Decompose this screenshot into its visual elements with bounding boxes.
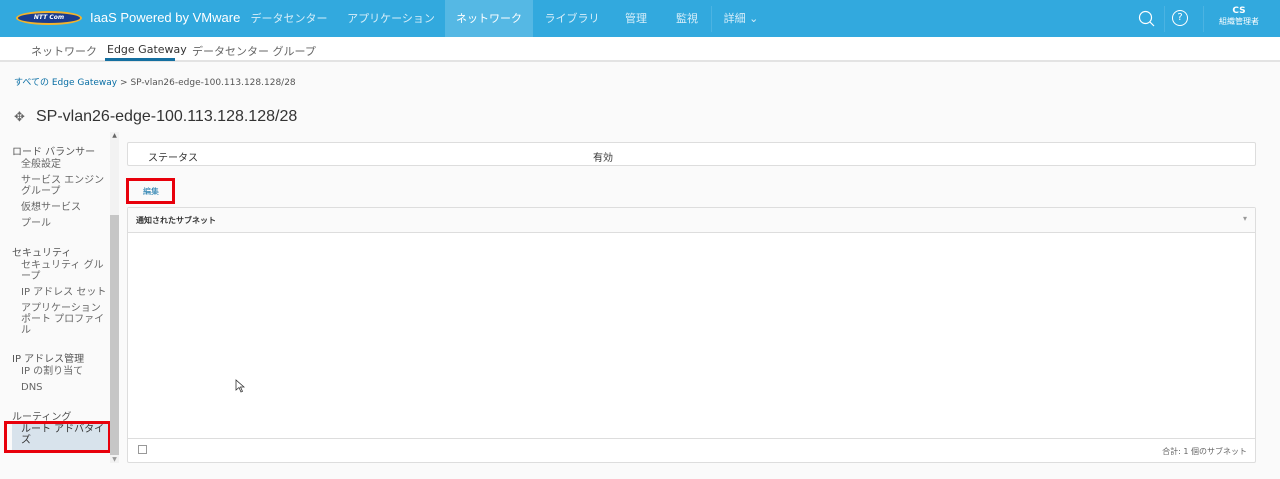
breadcrumb-separator: > xyxy=(120,78,128,88)
user-role: 組織管理者 xyxy=(1219,17,1259,26)
mouse-cursor-icon xyxy=(235,379,245,393)
chevron-down-icon: ⌄ xyxy=(749,12,759,25)
breadcrumb-current: SP-vlan26-edge-100.113.128.128/28 xyxy=(130,78,296,88)
sidebar-scrollbar[interactable]: ▲ ▼ xyxy=(110,132,119,463)
grid-header: 通知されたサブネット ▾ xyxy=(128,208,1255,233)
nav-more[interactable]: 詳細 ⌄ xyxy=(720,0,762,37)
tab-network[interactable]: ネットワーク xyxy=(31,43,97,59)
sidebar-item-ip-allocation[interactable]: IP の割り当て xyxy=(21,366,107,377)
sidebar-item-general[interactable]: 全般設定 xyxy=(21,159,107,170)
sidebar-group-load-balancer: ロード バランサー xyxy=(12,147,96,158)
sidebar: ロード バランサー 全般設定 サービス エンジン グループ 仮想サービス プール… xyxy=(0,132,110,462)
sub-navigation: ネットワーク Edge Gateway データセンター グループ xyxy=(0,37,1280,62)
sidebar-item-service-engine[interactable]: サービス エンジン グループ xyxy=(21,175,107,197)
divider xyxy=(1203,6,1204,32)
ntt-logo: NTT Com xyxy=(16,11,82,25)
user-name: CS xyxy=(1232,6,1246,16)
breadcrumb-root[interactable]: すべての Edge Gateway xyxy=(14,78,117,88)
divider xyxy=(711,6,712,32)
sidebar-item-dns[interactable]: DNS xyxy=(21,382,107,393)
sidebar-item-pools[interactable]: プール xyxy=(21,218,107,229)
sidebar-item-ip-sets[interactable]: IP アドレス セット xyxy=(21,287,107,298)
grid-footer: 合計: 1 個のサブネット xyxy=(128,438,1255,462)
column-header-subnet[interactable]: 通知されたサブネット xyxy=(136,216,216,225)
status-label: ステータス xyxy=(148,153,198,164)
nav-network[interactable]: ネットワーク xyxy=(445,0,533,37)
highlight-box xyxy=(4,421,111,453)
app-title: IaaS Powered by VMware xyxy=(90,10,241,25)
highlight-box xyxy=(126,178,175,204)
sidebar-item-security-groups[interactable]: セキュリティ グループ xyxy=(21,260,107,282)
scroll-down-icon[interactable]: ▼ xyxy=(110,456,119,463)
sidebar-item-app-port-profiles[interactable]: アプリケーション ポート プロファイル xyxy=(21,303,107,336)
active-tab-indicator xyxy=(105,58,175,61)
nav-datacenter[interactable]: データセンター xyxy=(243,0,335,37)
divider xyxy=(1164,6,1165,32)
filter-icon[interactable]: ▾ xyxy=(1243,214,1247,223)
sidebar-group-ipam: IP アドレス管理 xyxy=(12,354,85,365)
status-card: ステータス 有効 xyxy=(127,142,1256,166)
top-header: NTT Com IaaS Powered by VMware データセンター ア… xyxy=(0,0,1280,37)
subnets-grid: 通知されたサブネット ▾ 合計: 1 個のサブネット xyxy=(127,207,1256,463)
nav-more-label: 詳細 xyxy=(723,12,746,25)
sidebar-group-security: セキュリティ xyxy=(12,248,72,259)
nav-applications[interactable]: アプリケーション xyxy=(340,0,442,37)
tab-datacenter-groups[interactable]: データセンター グループ xyxy=(192,43,316,59)
page-title: SP-vlan26-edge-100.113.128.128/28 xyxy=(36,108,298,125)
search-icon[interactable] xyxy=(1138,10,1156,28)
status-value: 有効 xyxy=(593,153,613,164)
help-icon[interactable]: ? xyxy=(1172,10,1188,26)
move-icon: ✥ xyxy=(14,110,25,125)
grid-total: 合計: 1 個のサブネット xyxy=(1162,447,1247,456)
scroll-up-icon[interactable]: ▲ xyxy=(110,132,119,139)
column-toggle-icon[interactable] xyxy=(138,445,147,454)
nav-library[interactable]: ライブラリ xyxy=(536,0,608,37)
tab-edge-gateway[interactable]: Edge Gateway xyxy=(107,43,187,56)
nav-admin[interactable]: 管理 xyxy=(616,0,656,37)
scrollbar-thumb[interactable] xyxy=(110,215,119,455)
breadcrumb: すべての Edge Gateway > SP-vlan26-edge-100.1… xyxy=(14,75,296,88)
sidebar-item-virtual-services[interactable]: 仮想サービス xyxy=(21,202,107,213)
nav-monitor[interactable]: 監視 xyxy=(667,0,707,37)
user-menu[interactable]: CS 組織管理者 xyxy=(1214,6,1264,27)
